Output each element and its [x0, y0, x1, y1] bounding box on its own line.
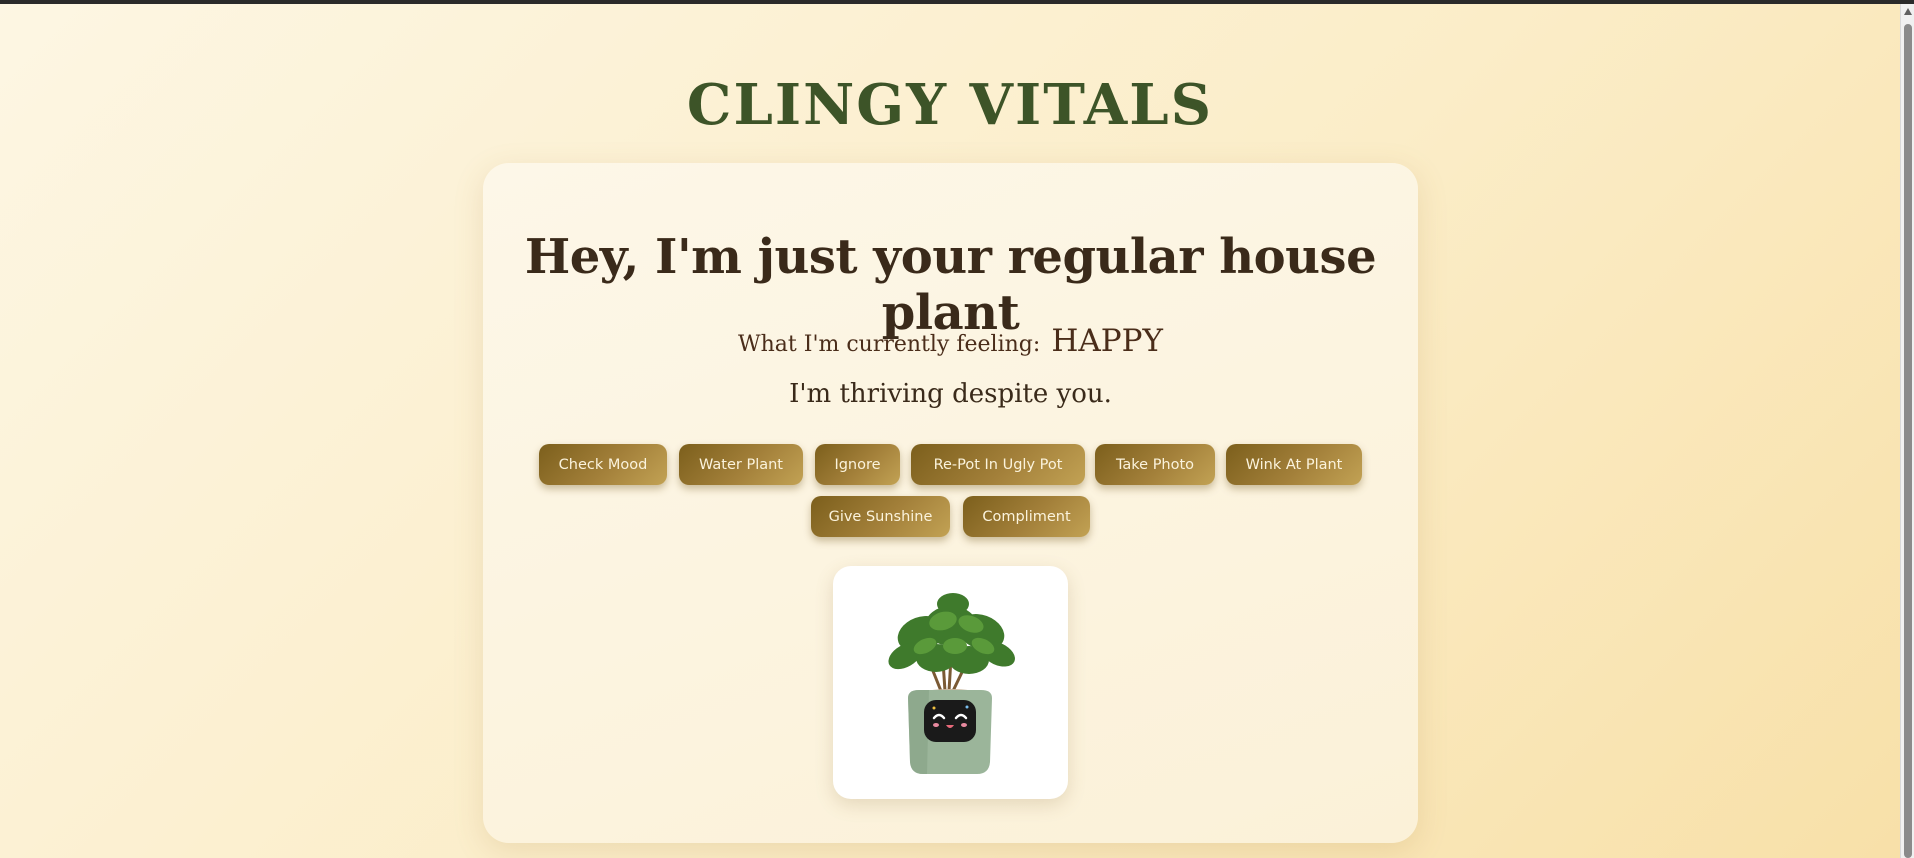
mood-label: What I'm currently feeling:	[738, 332, 1041, 357]
app-title: Clingy Vitals	[686, 72, 1214, 138]
scroll-up-icon[interactable]	[1904, 8, 1912, 15]
take-photo-button[interactable]: Take Photo	[1095, 444, 1215, 485]
wink-at-plant-button[interactable]: Wink At Plant	[1226, 444, 1362, 485]
plant-card: Hey, I'm just your regular house plant W…	[483, 163, 1418, 843]
plant-image	[833, 566, 1068, 799]
scrollbar-thumb[interactable]	[1904, 24, 1912, 858]
give-sunshine-button[interactable]: Give Sunshine	[811, 496, 950, 537]
ignore-button[interactable]: Ignore	[815, 444, 900, 485]
status-message: I'm thriving despite you.	[789, 379, 1112, 409]
page-scrollbar[interactable]	[1900, 4, 1914, 858]
mood-value: HAPPY	[1051, 323, 1163, 359]
check-mood-button[interactable]: Check Mood	[539, 444, 667, 485]
window-top-border	[0, 0, 1914, 4]
potted-plant-with-face-icon	[888, 593, 1015, 774]
compliment-button[interactable]: Compliment	[963, 496, 1090, 537]
repot-button[interactable]: Re-Pot In Ugly Pot	[911, 444, 1085, 485]
mood-line: What I'm currently feeling: HAPPY	[483, 323, 1418, 359]
water-plant-button[interactable]: Water Plant	[679, 444, 803, 485]
